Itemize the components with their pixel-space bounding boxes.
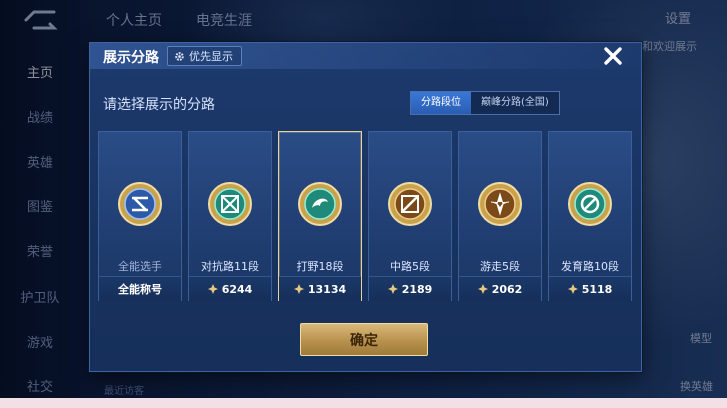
card-footer: 6244	[189, 276, 271, 301]
mid-lane-emblem-icon	[388, 182, 432, 226]
card-footer-text: 5118	[581, 282, 613, 296]
card-label: 中路5段	[390, 260, 430, 273]
rank-star-icon	[567, 284, 578, 294]
confirm-button[interactable]: 确定	[300, 323, 428, 356]
lane-card-clash[interactable]: 对抗路11段 6244	[188, 131, 272, 301]
lane-card-list: 全能选手 全能称号 对抗路11段 6244 打野18段 13134 中路5段 2…	[98, 131, 634, 301]
rank-star-icon	[387, 284, 398, 294]
priority-display-label: 优先显示	[189, 50, 233, 63]
close-button[interactable]	[598, 41, 628, 71]
jungle-emblem-icon	[298, 182, 342, 226]
lane-card-jungle[interactable]: 打野18段 13134	[278, 131, 362, 301]
card-footer: 13134	[279, 276, 361, 301]
card-label: 全能选手	[118, 260, 162, 273]
rank-star-icon	[207, 284, 218, 294]
bottom-strip	[0, 398, 727, 408]
tab-peak-lane[interactable]: 巅峰分路(全国)	[471, 92, 559, 114]
card-label: 对抗路11段	[201, 260, 259, 273]
card-footer: 2189	[369, 276, 451, 301]
card-label: 打野18段	[296, 260, 344, 273]
priority-display-button[interactable]: 优先显示	[167, 46, 242, 66]
card-label: 发育路10段	[561, 260, 619, 273]
lane-card-roam[interactable]: 游走5段 2062	[458, 131, 542, 301]
dialog-title: 展示分路	[103, 50, 159, 66]
card-footer-text: 全能称号	[118, 283, 162, 296]
select-lane-prompt: 请选择展示的分路	[103, 97, 215, 113]
card-footer: 全能称号	[99, 276, 181, 301]
all-round-emblem-icon	[118, 182, 162, 226]
card-footer-text: 2189	[401, 282, 433, 296]
clash-lane-emblem-icon	[208, 182, 252, 226]
card-footer: 2062	[459, 276, 541, 301]
card-footer-text: 13134	[307, 282, 347, 296]
rank-star-icon	[293, 284, 304, 294]
gear-icon	[175, 51, 184, 61]
card-label: 游走5段	[480, 260, 520, 273]
lane-tabs: 分路段位 巅峰分路(全国)	[410, 91, 560, 115]
lane-card-mid[interactable]: 中路5段 2189	[368, 131, 452, 301]
card-footer-text: 2062	[491, 282, 523, 296]
farm-lane-emblem-icon	[568, 182, 612, 226]
roam-emblem-icon	[478, 182, 522, 226]
lane-display-dialog: 展示分路 优先显示 请选择展示的分路 分路段位 巅峰分路(全国) 全能选手 全能…	[89, 42, 642, 372]
lane-card-farm[interactable]: 发育路10段 5118	[548, 131, 632, 301]
card-footer-text: 6244	[221, 282, 253, 296]
close-icon	[604, 47, 622, 65]
lane-card-all-round[interactable]: 全能选手 全能称号	[98, 131, 182, 301]
card-footer: 5118	[549, 276, 631, 301]
rank-star-icon	[477, 284, 488, 294]
tab-lane-rank[interactable]: 分路段位	[411, 92, 471, 114]
